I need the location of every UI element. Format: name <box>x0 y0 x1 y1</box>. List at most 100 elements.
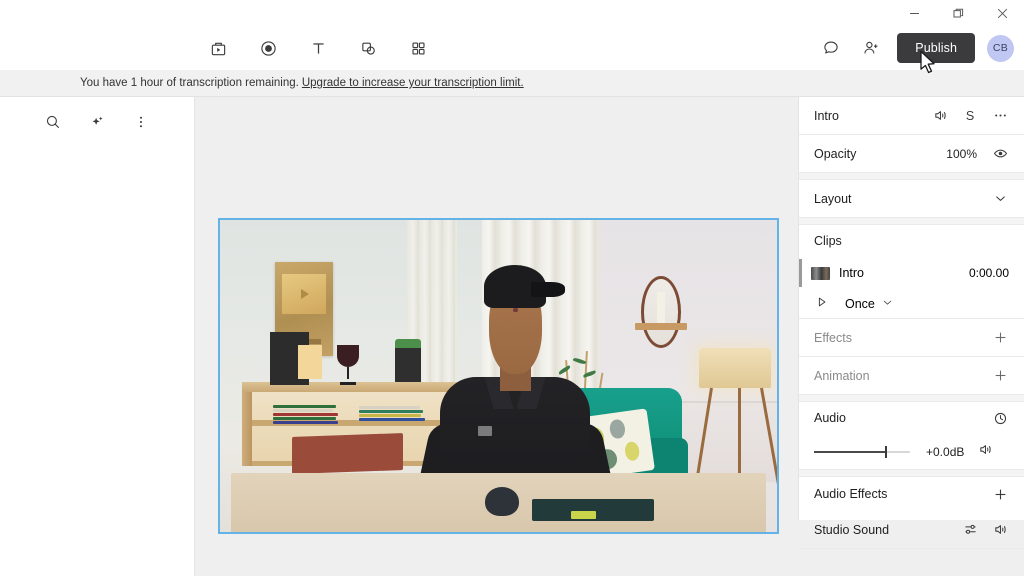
clip-time: 0:00.00 <box>968 266 1009 280</box>
canvas-stage[interactable] <box>195 97 798 576</box>
solo-button[interactable]: S <box>961 107 979 125</box>
minimize-icon <box>909 12 919 14</box>
left-panel <box>0 97 195 576</box>
wooden-stool <box>292 433 404 475</box>
main-toolbar: Publish CB <box>0 26 1024 70</box>
comment-icon <box>824 41 838 54</box>
record-button[interactable] <box>254 34 282 62</box>
audio-gain-row[interactable]: +0.0dB <box>799 434 1024 470</box>
video-frame <box>220 220 777 532</box>
restore-button[interactable] <box>936 0 980 26</box>
books-stack <box>359 405 425 421</box>
audio-effects-label: Audio Effects <box>814 487 888 501</box>
banner-upgrade-link[interactable]: Upgrade to increase your transcription l… <box>302 77 524 89</box>
layout-row[interactable]: Layout <box>799 180 1024 218</box>
clock-icon <box>994 412 1006 424</box>
wall-shelf <box>634 322 688 331</box>
studio-sound-row[interactable]: Studio Sound <box>799 511 1024 549</box>
left-panel-tools <box>0 97 194 143</box>
comments-button[interactable] <box>817 34 845 62</box>
media-icon <box>211 42 225 55</box>
animation-row[interactable]: Animation <box>799 357 1024 395</box>
mute-button[interactable] <box>931 107 949 125</box>
ai-sparkle-button[interactable] <box>84 109 110 135</box>
play-icon <box>818 297 826 307</box>
layout-expand-button[interactable] <box>991 190 1009 208</box>
audio-volume-button[interactable] <box>978 442 993 462</box>
toolbar-actions: Publish CB <box>817 26 1014 70</box>
plus-icon <box>995 332 1005 343</box>
opacity-row[interactable]: Opacity 100% <box>799 135 1024 173</box>
audio-header: Audio <box>799 402 1024 434</box>
playback-mode-chevron[interactable] <box>881 296 894 312</box>
studio-sound-settings-button[interactable] <box>961 521 979 539</box>
keyboard-keys <box>570 511 596 519</box>
play-button[interactable] <box>815 295 829 312</box>
add-person-icon <box>864 41 878 54</box>
text-icon <box>312 42 324 54</box>
audio-gain-slider[interactable] <box>814 445 910 458</box>
text-button[interactable] <box>304 34 332 62</box>
succulent-pot <box>395 347 421 383</box>
minimize-button[interactable] <box>892 0 936 26</box>
window-controls <box>892 0 1024 26</box>
audio-label: Audio <box>814 411 846 425</box>
lantern-glow <box>297 344 323 380</box>
section-divider <box>799 395 1024 402</box>
more-vertical-icon <box>139 116 143 128</box>
search-button[interactable] <box>40 109 66 135</box>
playback-mode-label[interactable]: Once <box>845 297 875 311</box>
speaker-icon <box>994 525 1006 534</box>
add-effect-button[interactable] <box>991 329 1009 347</box>
transcription-banner: You have 1 hour of transcription remaini… <box>0 70 1024 97</box>
clip-thumbnail <box>811 266 830 280</box>
audio-reset-button[interactable] <box>991 409 1009 427</box>
playback-mode-row[interactable]: Once <box>799 289 1024 319</box>
add-audio-effect-button[interactable] <box>991 485 1009 503</box>
effects-row[interactable]: Effects <box>799 319 1024 357</box>
clip-name: Intro <box>839 266 865 280</box>
speaker-icon <box>980 444 992 454</box>
audio-gain-value: +0.0dB <box>926 444 965 459</box>
toolbar-tools <box>204 26 432 70</box>
record-icon <box>260 40 276 56</box>
inspector-header: Intro S <box>799 97 1024 135</box>
invite-button[interactable] <box>857 34 885 62</box>
close-button[interactable] <box>980 0 1024 26</box>
more-horizontal-icon <box>994 114 1006 117</box>
publish-button[interactable]: Publish <box>897 33 975 63</box>
add-animation-button[interactable] <box>991 367 1009 385</box>
section-divider <box>799 218 1024 225</box>
banner-message: You have 1 hour of transcription remaini… <box>80 77 299 89</box>
candle <box>656 291 666 323</box>
more-options-button[interactable] <box>128 109 154 135</box>
apps-grid-button[interactable] <box>404 34 432 62</box>
animation-label: Animation <box>814 368 870 383</box>
media-button[interactable] <box>204 34 232 62</box>
inspector-title: Intro <box>814 108 840 123</box>
section-divider <box>799 470 1024 477</box>
avatar[interactable]: CB <box>987 34 1014 62</box>
audio-gain-handle[interactable] <box>885 445 888 458</box>
plaque-play-icon <box>281 274 327 314</box>
clip-accent-bar <box>799 259 802 287</box>
goblet <box>336 344 360 386</box>
floor-lamp-shade <box>699 347 772 389</box>
restore-icon <box>953 8 963 17</box>
clip-more-button[interactable] <box>991 107 1009 125</box>
close-icon <box>997 8 1007 18</box>
clip-item[interactable]: Intro 0:00.00 <box>799 257 1024 289</box>
opacity-label: Opacity <box>814 146 857 161</box>
video-preview[interactable] <box>218 218 779 534</box>
shapes-button[interactable] <box>354 34 382 62</box>
plus-icon <box>995 489 1005 499</box>
eye-icon <box>993 149 1007 158</box>
visibility-toggle[interactable] <box>991 145 1009 163</box>
studio-sound-toggle-button[interactable] <box>991 521 1009 539</box>
speaker-icon <box>934 111 946 120</box>
clips-label: Clips <box>814 234 842 248</box>
opacity-value[interactable]: 100% <box>946 147 977 161</box>
app-window: Publish CB You have 1 hour of transcript… <box>0 0 1024 576</box>
title-bar <box>0 0 1024 26</box>
sparkle-icon <box>92 116 103 125</box>
